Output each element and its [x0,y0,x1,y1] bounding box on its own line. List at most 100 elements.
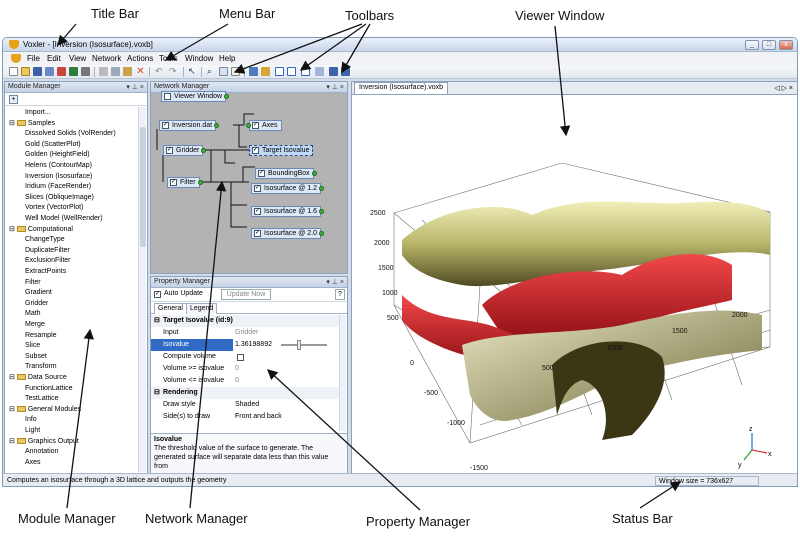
collapse-icon[interactable]: ⊟ [154,315,160,327]
module-item[interactable]: Dissolved Solids (VolRender) [25,128,116,139]
module-category[interactable]: ⊟ Samples [9,118,55,129]
module-item[interactable]: Golden (HeightField) [25,149,90,160]
module-item[interactable]: Gold (ScatterPlot) [25,139,81,150]
module-item[interactable]: FunctionLattice [25,383,72,394]
node-isosurface-1[interactable]: ✓ Isosurface @ 1.2 [251,183,325,194]
save-icon[interactable] [33,67,42,76]
view-back-icon[interactable] [287,67,296,76]
module-item[interactable]: Vortex (VectorPlot) [25,202,83,213]
module-item[interactable]: ExclusionFilter [25,255,71,266]
module-category[interactable]: ⊟ Graphics Output [9,436,79,447]
update-now-button[interactable]: Update Now [221,289,271,300]
module-item[interactable]: Gridder [25,298,48,309]
select-icon[interactable]: ↖ [188,67,197,76]
help-button[interactable]: ? [335,289,345,300]
module-item[interactable]: Helens (ContourMap) [25,160,92,171]
draw-style-value[interactable]: Shaded [235,399,259,411]
3d-scene[interactable]: 2500 2000 1500 1000 500 -1500 -1000 -500… [352,95,797,473]
menu-window[interactable]: Window [185,54,213,63]
slider-handle[interactable] [297,340,301,350]
zoom-icon[interactable]: ⌕ [207,67,216,76]
collapse-icon[interactable]: ⊟ [9,438,17,445]
module-item[interactable]: ExtractPoints [25,266,66,277]
collapse-icon[interactable]: ⊟ [9,406,17,413]
menu-tools[interactable]: Tools [159,54,178,63]
collapse-icon[interactable]: ⊟ [9,226,17,233]
paste-icon[interactable] [123,67,132,76]
node-checkbox[interactable] [164,93,171,100]
collapse-icon[interactable]: ⊟ [9,374,17,381]
isovalue-field[interactable]: 1.36198892 [235,339,272,351]
panel-pin-close-icon[interactable]: ▾ ⊥ × [326,278,344,286]
module-item[interactable]: Slice [25,340,40,351]
add-module-icon[interactable]: + [9,95,18,104]
node-isosurface-2[interactable]: ✓ Isosurface @ 1.6 [251,206,325,217]
node-bounding-box[interactable]: ✓ BoundingBox [255,168,317,179]
module-item[interactable]: DuplicateFilter [25,245,70,256]
menu-network[interactable]: Network [92,54,121,63]
open-icon[interactable] [21,67,30,76]
node-viewer-window[interactable]: Viewer Window [161,91,230,102]
menu-edit[interactable]: Edit [47,54,61,63]
node-inversion-dat[interactable]: ✓ Inversion.dat [159,120,220,131]
auto-update-checkbox[interactable]: ✓ [154,291,161,298]
export-icon[interactable] [69,67,78,76]
view-side-icon[interactable] [275,67,284,76]
node-isosurface-3[interactable]: ✓ Isosurface @ 2.0 [251,228,325,239]
module-item[interactable]: Light [25,425,40,436]
minimize-button[interactable]: _ [745,40,759,50]
module-item[interactable]: Info [25,414,37,425]
input-value[interactable]: Gridder [235,327,258,339]
pan-icon[interactable] [231,67,240,76]
node-axes[interactable]: ✓ Axes [246,120,282,131]
sides-value[interactable]: Front and back [235,411,282,423]
module-item[interactable]: Slices (ObliqueImage) [25,192,94,203]
node-filter[interactable]: ✓ Filter [167,177,203,188]
layout-split-icon[interactable] [341,67,350,76]
import-icon[interactable] [57,67,66,76]
module-category[interactable]: ⊟ Data Source [9,372,67,383]
close-window-button[interactable]: x [779,40,793,50]
collapse-icon[interactable]: ⊟ [154,387,160,399]
viewer-window[interactable]: Inversion (Isosurface).voxb ◁ ▷ × 2500 2… [351,81,797,474]
module-item[interactable]: Inversion (Isosurface) [25,171,92,182]
module-category[interactable]: ⊟ General Modules [9,404,81,415]
tab-legend[interactable]: Legend [186,303,218,314]
module-item[interactable]: Well Model (WellRender) [25,213,103,224]
node-target-isovalue[interactable]: ✓ Target Isovalue [249,145,314,156]
cut-icon[interactable] [99,67,108,76]
module-item[interactable]: TestLattice [25,393,58,404]
layout-icon[interactable] [329,67,338,76]
save-all-icon[interactable] [45,67,54,76]
undo-icon[interactable]: ↶ [155,67,164,76]
panel-pin-close-icon[interactable]: ▾ ⊥ × [326,83,344,91]
fit-icon[interactable] [219,67,228,76]
menu-help[interactable]: Help [219,54,235,63]
new-icon[interactable] [9,67,18,76]
viewer-tab[interactable]: Inversion (Isosurface).voxb [354,82,449,94]
module-scrollbar[interactable] [138,107,146,472]
module-item[interactable]: Merge [25,319,45,330]
menu-file[interactable]: File [27,54,40,63]
panel-pin-close-icon[interactable]: ▾ ⊥ × [126,83,144,91]
property-scrollbar[interactable] [339,315,346,431]
title-bar[interactable]: Voxler - [Inversion (Isosurface).voxb] _… [3,38,797,52]
module-item[interactable]: Math [25,308,41,319]
module-item[interactable]: Axes [25,457,41,468]
module-item[interactable]: ChangeType [25,234,65,245]
module-item[interactable]: Transform [25,361,57,372]
copy-icon[interactable] [111,67,120,76]
print-icon[interactable] [81,67,90,76]
view-front-icon[interactable] [249,67,258,76]
view-iso-icon[interactable] [301,67,310,76]
module-item[interactable]: Resample [25,330,57,341]
redo-icon[interactable]: ↷ [169,67,178,76]
viewer-nav-icon[interactable]: ◁ ▷ × [774,84,793,92]
collapse-icon[interactable]: ⊟ [9,120,17,127]
delete-icon[interactable]: ✕ [136,67,145,77]
module-category[interactable]: ⊟ Computational [9,224,73,235]
view-top-icon[interactable] [261,67,270,76]
isovalue-slider[interactable] [281,344,327,346]
view-options-icon[interactable] [315,67,324,76]
node-gridder[interactable]: ✓ Gridder [163,145,207,156]
